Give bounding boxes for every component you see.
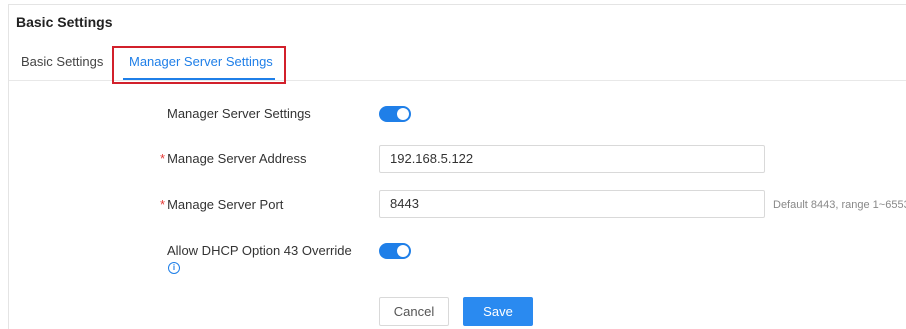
required-mark: * [160,197,166,212]
highlight-box [112,46,286,84]
server-port-input[interactable]: 8443 [379,190,765,218]
toggle-knob [397,108,409,120]
settings-panel: Basic Settings Basic Settings Manager Se… [8,4,906,329]
manager-server-settings-label: Manager Server Settings [167,106,311,121]
save-button[interactable]: Save [463,297,533,326]
manager-server-settings-toggle[interactable] [379,106,411,122]
cancel-button[interactable]: Cancel [379,297,449,326]
required-mark: * [160,151,166,166]
toggle-knob [397,245,409,257]
server-address-label-text: Manage Server Address [167,151,307,166]
server-address-input[interactable]: 192.168.5.122 [379,145,765,173]
server-port-label: * Manage Server Port [160,197,283,212]
server-address-label: * Manage Server Address [160,151,307,166]
dhcp-override-label: Allow DHCP Option 43 Override [167,243,352,258]
server-port-label-text: Manage Server Port [167,197,284,212]
info-icon[interactable]: i [168,262,180,274]
server-port-hint: Default 8443, range 1~6553 [773,199,906,211]
tab-basic-settings[interactable]: Basic Settings [21,54,103,69]
dhcp-override-toggle[interactable] [379,243,411,259]
panel-title: Basic Settings [16,14,113,30]
